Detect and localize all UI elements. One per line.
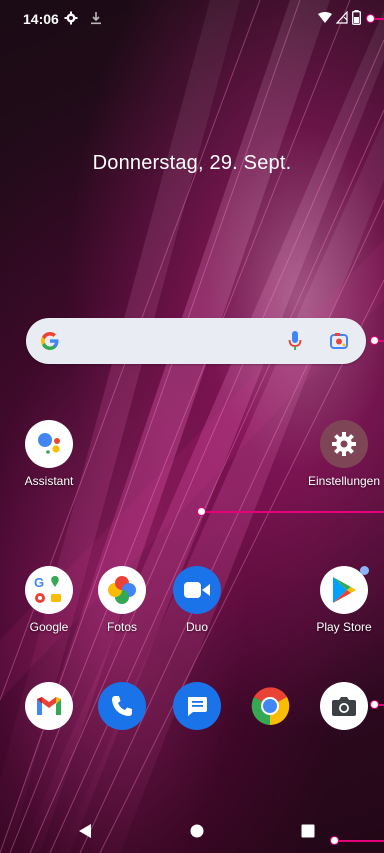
- app-label: Einstellungen: [307, 474, 381, 488]
- settings-gear-icon: [64, 11, 78, 25]
- lens-icon[interactable]: [329, 331, 349, 351]
- app-duo[interactable]: Duo: [157, 566, 237, 634]
- callout-line: [374, 18, 384, 20]
- download-icon: [91, 12, 101, 25]
- date-widget[interactable]: Donnerstag, 29. Sept.: [0, 152, 384, 175]
- mic-icon[interactable]: [288, 330, 302, 352]
- chrome-icon: [246, 682, 294, 730]
- duo-camera-icon: [173, 566, 221, 614]
- callout-line: [378, 704, 384, 706]
- svg-text:G: G: [34, 575, 44, 590]
- phone-icon: [98, 682, 146, 730]
- signal-icon: [336, 11, 348, 24]
- google-photos-icon: [98, 566, 146, 614]
- messages-icon: [173, 682, 221, 730]
- app-google-folder[interactable]: G Google: [9, 566, 89, 634]
- settings-icon: [320, 420, 368, 468]
- callout-line: [205, 511, 384, 513]
- app-label: Play Store: [316, 620, 372, 634]
- google-assistant-icon: [25, 420, 73, 468]
- android-home-screen: 14:06 Donnerstag, 29. Sept. Assistant Ei…: [0, 0, 384, 853]
- google-folder-icon: G: [25, 566, 73, 614]
- app-label: Fotos: [106, 620, 137, 634]
- app-photos[interactable]: Fotos: [82, 566, 162, 634]
- notification-dot: [360, 566, 369, 575]
- callout-line: [338, 840, 384, 842]
- callout-line: [378, 340, 384, 342]
- navigation-bar: [0, 812, 384, 853]
- camera-icon: [320, 682, 368, 730]
- dock-messages[interactable]: [157, 682, 237, 730]
- dock-phone[interactable]: [82, 682, 162, 730]
- app-assistant[interactable]: Assistant: [9, 420, 89, 488]
- status-time: 14:06: [23, 11, 59, 27]
- wifi-icon: [318, 12, 332, 23]
- app-label: Google: [29, 620, 69, 634]
- battery-icon: [352, 10, 361, 25]
- app-label: Duo: [185, 620, 208, 634]
- app-play-store[interactable]: Play Store: [304, 566, 384, 634]
- status-bar: 14:06: [0, 0, 384, 34]
- gmail-icon: [25, 682, 73, 730]
- google-logo-icon: [41, 332, 59, 350]
- dock-gmail[interactable]: [9, 682, 89, 730]
- google-search-bar[interactable]: [26, 318, 366, 364]
- app-label: Assistant: [24, 474, 74, 488]
- home-icon[interactable]: [190, 824, 204, 838]
- dock-chrome[interactable]: [230, 682, 310, 730]
- app-settings[interactable]: Einstellungen: [304, 420, 384, 488]
- recents-icon[interactable]: [301, 824, 315, 838]
- back-icon[interactable]: [78, 823, 92, 839]
